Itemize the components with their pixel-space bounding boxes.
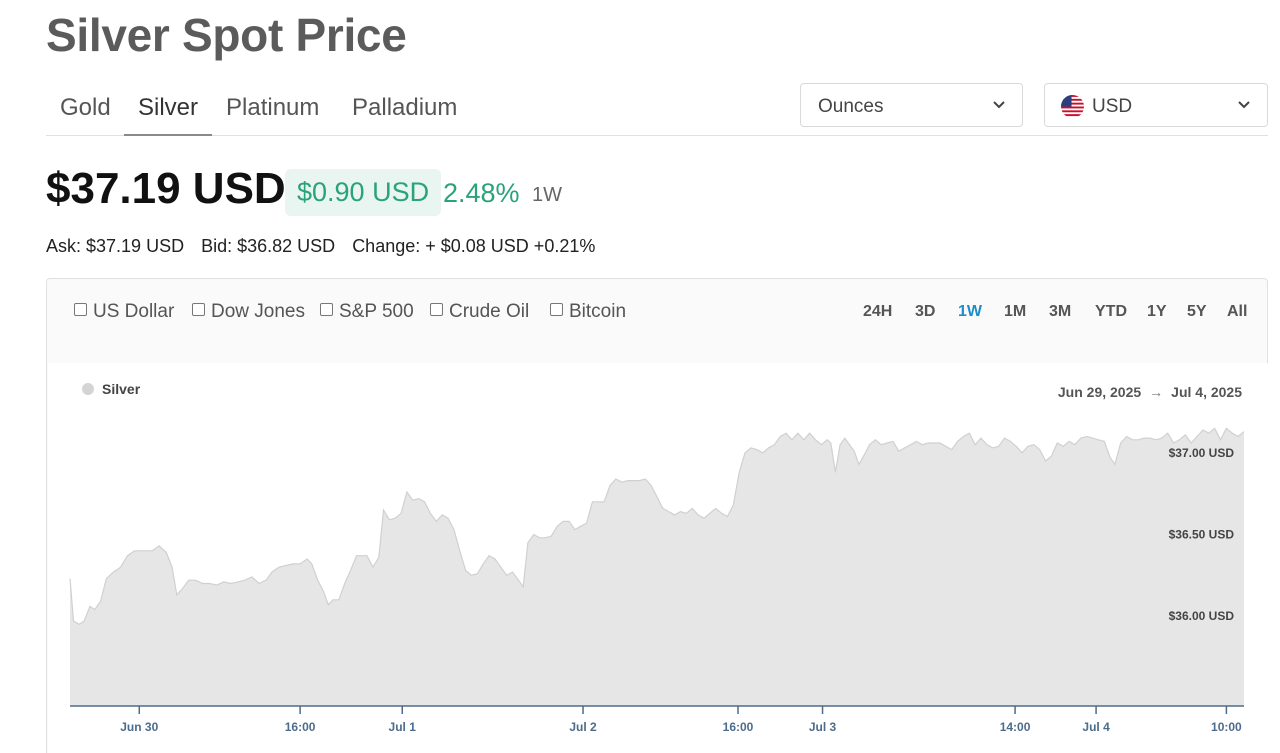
chevron-down-icon xyxy=(1238,101,1250,109)
legend-dot-icon xyxy=(82,383,94,395)
compare-label: S&P 500 xyxy=(339,301,414,322)
x-tick-label: Jul 2 xyxy=(569,720,597,734)
range-1m[interactable]: 1M xyxy=(1004,303,1026,321)
checkbox-icon xyxy=(320,303,333,316)
compare-label: Bitcoin xyxy=(569,301,627,322)
daily-change: Change: + $0.08 USD +0.21% xyxy=(352,236,596,256)
compare-label: Crude Oil xyxy=(449,301,530,322)
quote-details: Ask: $37.19 USD Bid: $36.82 USD Change: … xyxy=(46,236,607,257)
range-1w[interactable]: 1W xyxy=(958,303,982,321)
x-tick-label: Jul 4 xyxy=(1082,720,1110,734)
unit-dropdown-value: Ounces xyxy=(818,96,884,117)
chart-toolbar: US Dollar Dow Jones S&P 500 Crude Oil Bi… xyxy=(47,279,1267,363)
chart-legend[interactable]: Silver xyxy=(82,381,140,397)
change-amount-badge: $0.90 USD xyxy=(285,169,442,216)
x-tick-label: 10:00 xyxy=(1211,720,1242,734)
range-24h[interactable]: 24H xyxy=(863,303,892,321)
compare-us-dollar-checkbox[interactable]: US Dollar xyxy=(74,301,174,323)
x-tick-label: Jun 30 xyxy=(120,720,158,734)
range-5y[interactable]: 5Y xyxy=(1187,303,1207,321)
x-tick-label: Jul 3 xyxy=(809,720,837,734)
arrow-right-icon: → xyxy=(1149,384,1164,400)
date-range-start: Jun 29, 2025 xyxy=(1057,384,1142,400)
change-period: 1W xyxy=(532,184,562,206)
chevron-down-icon xyxy=(993,101,1005,109)
checkbox-icon xyxy=(550,303,563,316)
silver-area-series[interactable] xyxy=(70,428,1244,706)
x-tick-label: 16:00 xyxy=(723,720,754,734)
current-price: $37.19 USD xyxy=(46,164,286,213)
legend-label: Silver xyxy=(102,381,141,397)
tab-palladium[interactable]: Palladium xyxy=(338,94,471,134)
y-tick-label: $36.00 USD xyxy=(1169,609,1235,623)
silver-price-chart[interactable]: $37.00 USD $36.50 USD $36.00 USD Jun 30 16:0… xyxy=(48,363,1268,753)
compare-label: US Dollar xyxy=(93,301,175,322)
x-tick-label: Jul 1 xyxy=(389,720,417,734)
range-3m[interactable]: 3M xyxy=(1049,303,1071,321)
currency-dropdown-value: USD xyxy=(1092,96,1133,117)
checkbox-icon xyxy=(74,303,87,316)
range-1y[interactable]: 1Y xyxy=(1147,303,1167,321)
x-tick-label: 14:00 xyxy=(1000,720,1031,734)
range-all[interactable]: All xyxy=(1227,303,1247,321)
compare-sp500-checkbox[interactable]: S&P 500 xyxy=(320,301,414,323)
tab-gold[interactable]: Gold xyxy=(46,94,125,134)
compare-dow-jones-checkbox[interactable]: Dow Jones xyxy=(192,301,305,323)
currency-dropdown[interactable]: USD xyxy=(1044,83,1268,127)
compare-bitcoin-checkbox[interactable]: Bitcoin xyxy=(550,301,626,323)
range-3d[interactable]: 3D xyxy=(915,303,935,321)
checkbox-icon xyxy=(430,303,443,316)
chart-area[interactable]: $37.00 USD $36.50 USD $36.00 USD Jun 30 16:0… xyxy=(48,363,1268,753)
page-title: Silver Spot Price xyxy=(46,9,407,61)
unit-dropdown[interactable]: Ounces xyxy=(800,83,1023,127)
range-ytd[interactable]: YTD xyxy=(1095,303,1127,321)
tab-platinum[interactable]: Platinum xyxy=(212,94,333,134)
y-tick-label: $36.50 USD xyxy=(1169,528,1235,542)
compare-crude-oil-checkbox[interactable]: Crude Oil xyxy=(430,301,529,323)
chart-panel: US Dollar Dow Jones S&P 500 Crude Oil Bi… xyxy=(46,278,1268,753)
checkbox-icon xyxy=(192,303,205,316)
change-percent: 2.48% xyxy=(443,178,520,208)
ask-price: Ask: $37.19 USD xyxy=(46,236,185,256)
us-flag-icon xyxy=(1061,95,1084,118)
tab-silver[interactable]: Silver xyxy=(124,94,213,136)
chart-date-range: Jun 29, 2025 → Jul 4, 2025 xyxy=(1058,384,1242,400)
bid-price: Bid: $36.82 USD xyxy=(201,236,336,256)
compare-label: Dow Jones xyxy=(211,301,305,322)
x-tick-label: 16:00 xyxy=(285,720,316,734)
date-range-end: Jul 4, 2025 xyxy=(1171,384,1242,400)
y-tick-label: $37.00 USD xyxy=(1169,446,1235,460)
